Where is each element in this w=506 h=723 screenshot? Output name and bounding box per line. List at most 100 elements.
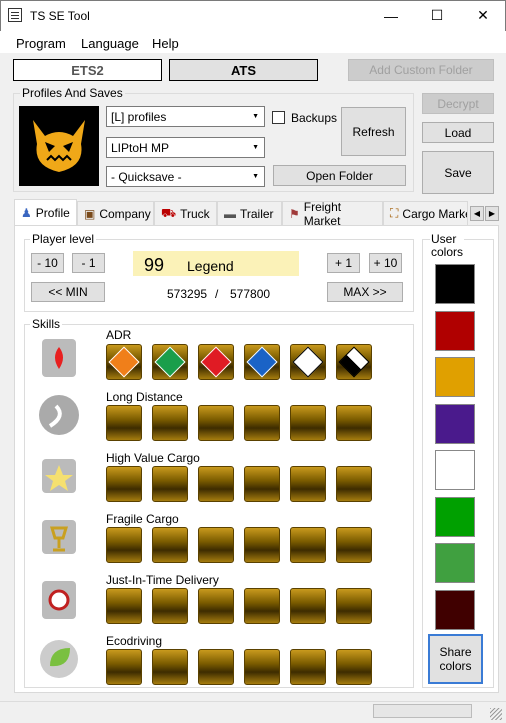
skill-level-button[interactable] <box>290 466 326 502</box>
adr-class-toxic-button[interactable] <box>290 344 326 380</box>
skill-level-button[interactable] <box>290 405 326 441</box>
level-max-button[interactable]: MAX >> <box>327 282 403 302</box>
adr-class-dangerous-wet-button[interactable] <box>244 344 280 380</box>
adr-class-flammable-button[interactable] <box>198 344 234 380</box>
ats-button[interactable]: ATS <box>169 59 318 81</box>
window-title: TS SE Tool <box>30 9 90 23</box>
user-color-swatch[interactable] <box>435 450 475 490</box>
skill-name-fragile-cargo: Fragile Cargo <box>106 512 179 526</box>
skill-level-button[interactable] <box>198 527 234 563</box>
user-color-swatch[interactable] <box>435 310 475 351</box>
tab-freight-market[interactable]: ⚑ Freight Market <box>282 199 383 228</box>
save-button[interactable]: Save <box>422 151 494 194</box>
dangerous-when-wet-diamond-icon <box>246 346 278 378</box>
load-button[interactable]: Load <box>422 122 494 143</box>
skill-level-button[interactable] <box>152 466 188 502</box>
skill-level-button[interactable] <box>290 588 326 624</box>
tab-cargo-market-label: Cargo Market <box>402 206 468 221</box>
cargo-market-tab-icon: ⛶ <box>390 206 399 220</box>
app-icon <box>8 8 22 22</box>
level-plus-10-button[interactable]: + 10 <box>369 253 402 273</box>
quicksave-select[interactable]: - Quicksave - ▼ <box>106 166 265 187</box>
menu-help[interactable]: Help <box>152 36 179 51</box>
skill-level-button[interactable] <box>106 588 142 624</box>
minimize-button[interactable]: — <box>368 0 414 31</box>
tab-profile[interactable]: ♟ Profile <box>14 199 77 226</box>
skill-level-button[interactable] <box>106 405 142 441</box>
skill-level-button[interactable] <box>336 649 372 685</box>
skill-level-button[interactable] <box>198 466 234 502</box>
adr-skill-icon <box>42 339 76 377</box>
skill-level-button[interactable] <box>336 405 372 441</box>
flammable-diamond-icon <box>200 346 232 378</box>
corrosive-diamond-icon <box>338 346 370 378</box>
user-color-swatch[interactable] <box>435 496 475 537</box>
level-minus-1-button[interactable]: - 1 <box>72 253 105 273</box>
menu-language[interactable]: Language <box>81 36 139 51</box>
skill-level-button[interactable] <box>198 588 234 624</box>
tab-freight-market-label: Freight Market <box>303 199 342 228</box>
save-select-value: LIPtoH MP <box>111 140 170 155</box>
skill-level-button[interactable] <box>198 649 234 685</box>
add-custom-folder-button[interactable]: Add Custom Folder <box>348 59 494 81</box>
truck-tab-icon: ⛟ <box>161 205 177 220</box>
skill-level-button[interactable] <box>290 649 326 685</box>
skill-level-button[interactable] <box>244 527 280 563</box>
close-button[interactable]: ✕ <box>460 0 506 31</box>
menu-program[interactable]: Program <box>16 36 66 51</box>
user-colors-label-line2: colors <box>431 245 464 259</box>
user-color-swatch[interactable] <box>435 403 475 444</box>
explosive-diamond-icon <box>108 346 140 378</box>
tab-trailer-label: Trailer <box>240 206 274 221</box>
chevron-down-icon: ▼ <box>252 144 259 151</box>
tab-company-label: Company <box>99 206 151 221</box>
open-folder-button[interactable]: Open Folder <box>273 165 406 186</box>
skill-level-button[interactable] <box>244 466 280 502</box>
save-select[interactable]: LIPtoH MP ▼ <box>106 137 265 158</box>
skill-level-button[interactable] <box>152 649 188 685</box>
skill-level-button[interactable] <box>152 527 188 563</box>
skill-level-button[interactable] <box>336 466 372 502</box>
user-color-swatch[interactable] <box>435 264 475 304</box>
profile-select[interactable]: [L] profiles ▼ <box>106 106 265 127</box>
skill-level-button[interactable] <box>336 588 372 624</box>
refresh-button[interactable]: Refresh <box>341 107 406 156</box>
skill-level-button[interactable] <box>106 466 142 502</box>
skill-level-button[interactable] <box>336 527 372 563</box>
user-colors-label-line1: User <box>431 232 457 246</box>
user-color-swatch[interactable] <box>435 589 475 630</box>
backups-checkbox[interactable] <box>272 111 285 124</box>
skill-level-button[interactable] <box>244 649 280 685</box>
skill-level-button[interactable] <box>244 588 280 624</box>
user-color-swatch[interactable] <box>435 543 475 583</box>
ets2-button[interactable]: ETS2 <box>13 59 162 81</box>
level-plus-1-button[interactable]: + 1 <box>327 253 360 273</box>
tab-scroll-right-button[interactable]: ▶ <box>485 206 499 221</box>
tab-scroll-left-button[interactable]: ◀ <box>470 206 484 221</box>
skill-level-button[interactable] <box>106 527 142 563</box>
decrypt-button[interactable]: Decrypt <box>422 93 494 114</box>
user-color-swatch[interactable] <box>435 357 475 397</box>
chevron-down-icon: ▼ <box>252 113 259 120</box>
skill-level-button[interactable] <box>152 588 188 624</box>
skill-level-button[interactable] <box>290 527 326 563</box>
adr-class-corrosive-button[interactable] <box>336 344 372 380</box>
resize-grip-icon[interactable] <box>490 708 502 720</box>
skill-level-button[interactable] <box>244 405 280 441</box>
level-min-button[interactable]: << MIN <box>31 282 105 302</box>
skill-level-button[interactable] <box>106 649 142 685</box>
tab-cargo-market[interactable]: ⛶ Cargo Market <box>383 201 468 225</box>
skill-level-button[interactable] <box>198 405 234 441</box>
skill-level-button[interactable] <box>152 405 188 441</box>
adr-class-gas-button[interactable] <box>152 344 188 380</box>
tab-truck[interactable]: ⛟ Truck <box>154 201 217 225</box>
tab-company[interactable]: ▣ Company <box>77 201 154 225</box>
share-colors-button[interactable]: Share colors <box>428 634 483 684</box>
maximize-button[interactable]: ☐ <box>414 0 460 31</box>
tab-trailer[interactable]: ▬ Trailer <box>217 201 282 225</box>
toxic-diamond-icon <box>292 346 324 378</box>
tab-profile-label: Profile <box>35 206 70 220</box>
adr-class-explosive-button[interactable] <box>106 344 142 380</box>
level-minus-10-button[interactable]: - 10 <box>31 253 64 273</box>
xp-current: 573295 <box>167 287 208 301</box>
